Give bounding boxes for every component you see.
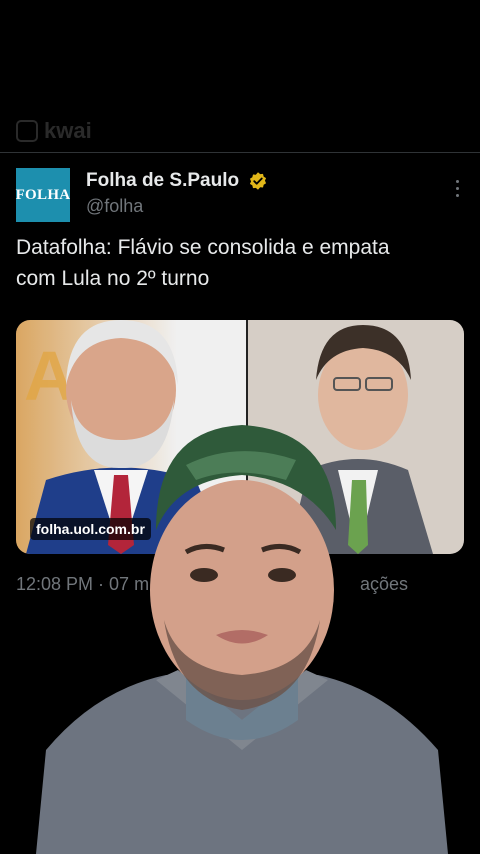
tweet-text-line: Datafolha: Flávio se consolida e empata	[16, 236, 390, 259]
avatar[interactable]: FOLHA	[16, 168, 70, 222]
divider	[0, 152, 480, 153]
more-options-icon[interactable]	[454, 180, 460, 197]
verified-badge-icon	[249, 172, 267, 190]
tweet-text-line: com Lula no 2º turno	[16, 267, 210, 290]
author-handle[interactable]: @folha	[86, 196, 143, 217]
tweet-text: Datafolha: Flávio se consolida e empata …	[16, 232, 464, 294]
kwai-logo-icon	[16, 120, 38, 142]
presenter-overlay-illustration	[36, 425, 448, 854]
tweet-header: FOLHA Folha de S.Paulo @folha	[16, 168, 464, 224]
watermark-text: kwai	[44, 118, 92, 143]
kwai-watermark: kwai	[16, 118, 92, 144]
author-name[interactable]: Folha de S.Paulo	[86, 170, 239, 192]
avatar-label: FOLHA	[15, 186, 71, 203]
